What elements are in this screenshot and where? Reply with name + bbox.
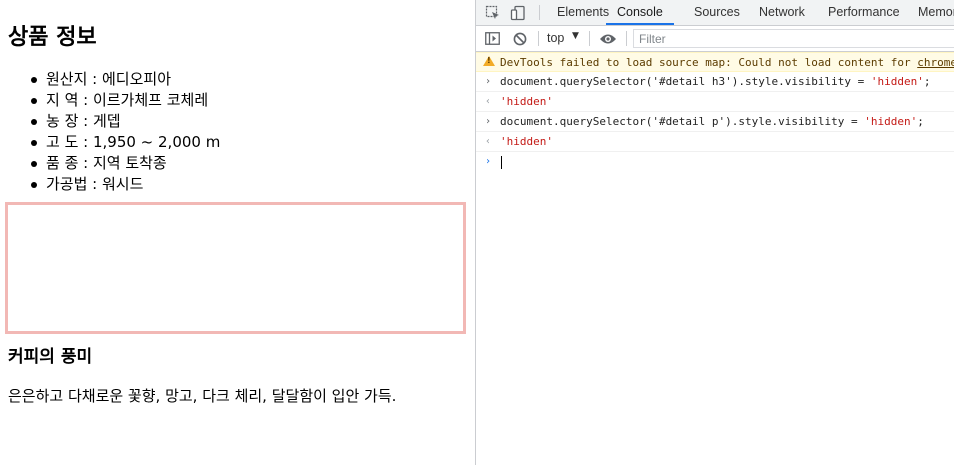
warning-text: DevTools failed to load source map: Coul… xyxy=(500,56,918,69)
clear-console-icon[interactable] xyxy=(508,26,532,51)
flavor-heading: 커피의 풍미 xyxy=(8,347,93,367)
tab-memory[interactable]: Memor xyxy=(918,0,954,25)
return-arrow-icon: ‹ xyxy=(485,96,492,107)
console-result: 'hidden' xyxy=(500,95,553,108)
console-string: 'hidden' xyxy=(870,75,924,88)
device-toolbar-icon[interactable] xyxy=(506,0,530,25)
inspect-element-icon[interactable] xyxy=(481,0,505,25)
list-item: 품 종 : 지역 토착종 xyxy=(30,153,220,174)
console-code-end: ; xyxy=(923,75,931,88)
tab-sources[interactable]: Sources xyxy=(694,0,740,25)
console-result-row: ‹ 'hidden' xyxy=(476,92,954,112)
list-item: 농 장 : 게뎁 xyxy=(30,111,220,132)
product-detail-list: 원산지 : 에디오피아 지 역 : 이르가체프 코체레 농 장 : 게뎁 고 도… xyxy=(0,69,220,195)
page-title: 상품 정보 xyxy=(8,25,97,50)
live-expression-eye-icon[interactable] xyxy=(596,26,620,51)
text-cursor xyxy=(501,156,502,169)
web-page: 상품 정보 원산지 : 에디오피아 지 역 : 이르가체프 코체레 농 장 : … xyxy=(0,0,475,465)
chevron-right-icon: › xyxy=(485,76,492,87)
warning-icon xyxy=(483,56,495,66)
flavor-text: 은은하고 다채로운 꽃향, 망고, 다크 체리, 달달함이 입안 가득. xyxy=(8,387,397,405)
tab-elements[interactable]: Elements xyxy=(557,0,609,25)
chevron-right-icon: › xyxy=(485,116,492,127)
console-input-row: › document.querySelector('#detail p').st… xyxy=(476,112,954,132)
console-prompt[interactable]: › xyxy=(476,152,954,172)
console-code: document.querySelector('#detail p').styl… xyxy=(500,115,865,128)
list-item: 지 역 : 이르가체프 코체레 xyxy=(30,90,220,111)
sidebar-toggle-icon[interactable] xyxy=(480,26,504,51)
caret-down-icon[interactable]: ▼ xyxy=(572,31,579,41)
tab-network[interactable]: Network xyxy=(759,0,805,25)
source-map-link[interactable]: chrome xyxy=(917,56,954,69)
context-selector[interactable]: top xyxy=(547,31,564,45)
tab-performance[interactable]: Performance xyxy=(828,0,900,25)
console-input-row: › document.querySelector('#detail h3').s… xyxy=(476,72,954,92)
prompt-chevron-icon: › xyxy=(485,156,492,167)
console-string: 'hidden' xyxy=(864,115,918,128)
list-item: 가공법 : 워시드 xyxy=(30,174,220,195)
detail-box xyxy=(5,202,466,334)
console-toolbar: top ▼ xyxy=(476,26,954,52)
devtools-tab-bar: Elements Console Sources Network Perform… xyxy=(476,0,954,26)
devtools-panel: Elements Console Sources Network Perform… xyxy=(475,0,954,465)
list-item: 고 도 : 1,950 ~ 2,000 m xyxy=(30,133,221,151)
console-result-row: ‹ 'hidden' xyxy=(476,132,954,152)
return-arrow-icon: ‹ xyxy=(485,136,492,147)
filter-input[interactable] xyxy=(633,29,954,48)
tab-console[interactable]: Console xyxy=(606,0,674,25)
list-item: 원산지 : 에디오피아 xyxy=(30,69,220,90)
console-code-end: ; xyxy=(917,115,924,128)
console-code: document.querySelector('#detail h3').sty… xyxy=(500,75,871,88)
console-result: 'hidden' xyxy=(500,135,553,148)
console-warning-message: DevTools failed to load source map: Coul… xyxy=(476,52,954,72)
